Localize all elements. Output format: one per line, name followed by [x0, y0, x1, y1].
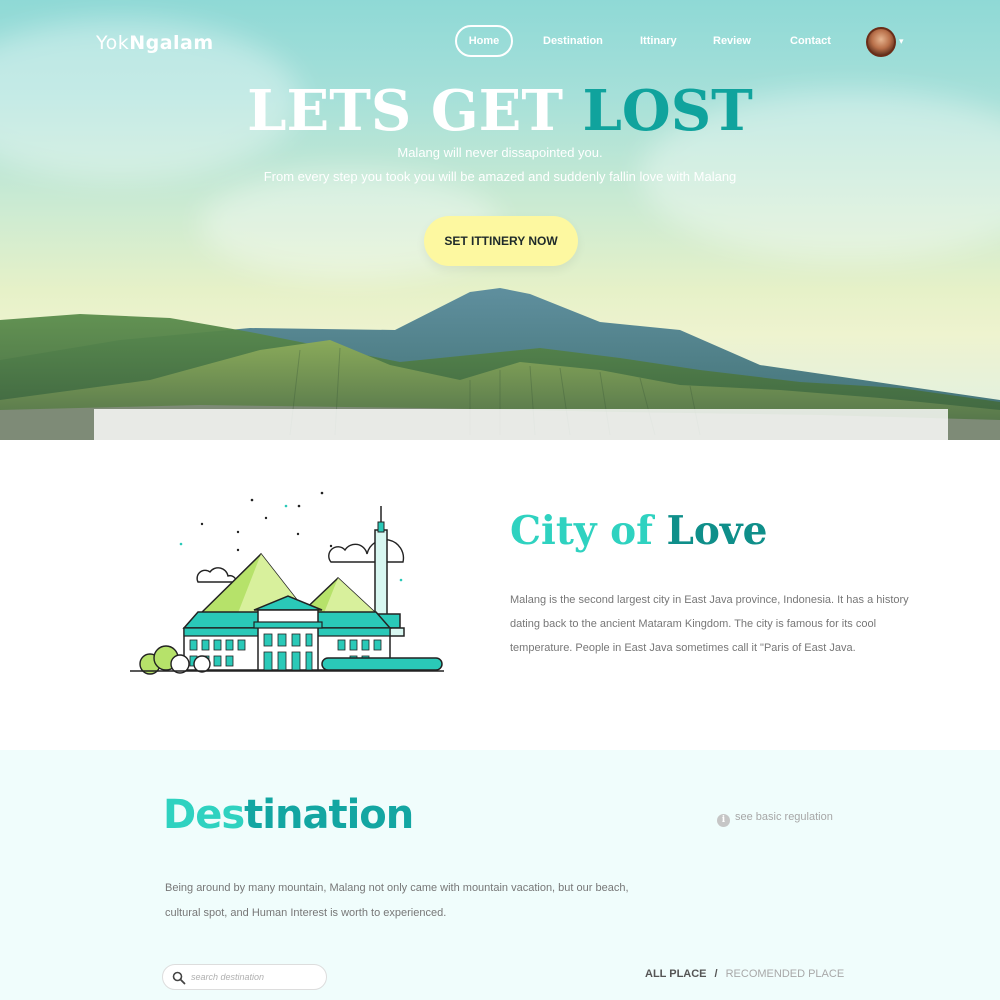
set-itinerary-button[interactable]: SET ITTINERY NOW: [424, 216, 578, 266]
info-icon: i: [717, 814, 730, 827]
tab-all-place[interactable]: ALL PLACE: [645, 968, 707, 980]
destination-title: Destination: [163, 792, 414, 838]
brand-name-bold: Ngalam: [129, 32, 214, 54]
hero-title-white: LETS GET: [247, 78, 564, 144]
nav-destination[interactable]: Destination: [543, 25, 603, 57]
city-title-part-a: City of: [510, 508, 653, 554]
place-filter-tabs: ALL PLACE / RECOMENDED PLACE: [645, 968, 844, 980]
star-dots: [200, 491, 333, 552]
tab-recommended-place[interactable]: RECOMENDED PLACE: [726, 968, 845, 980]
destination-title-part-a: Des: [163, 792, 245, 838]
hero-section: YokNgalam Home Destination Ittinary Revi…: [0, 0, 1000, 440]
city-illustration: [130, 491, 444, 675]
city-section-title: City of Love: [510, 508, 767, 554]
nav-contact[interactable]: Contact: [790, 25, 831, 57]
city-title-part-b: Love: [666, 508, 768, 554]
nav-ittinary[interactable]: Ittinary: [640, 25, 677, 57]
hero-subtitle-2: From every step you took you will be ama…: [263, 169, 737, 184]
brand-logo[interactable]: YokNgalam: [96, 32, 214, 54]
destination-title-part-b: tination: [244, 792, 414, 838]
hero-title: LETS GET LOST: [0, 78, 1000, 144]
destination-description: Being around by many mountain, Malang no…: [165, 882, 629, 919]
basic-regulation-label: see basic regulation: [735, 811, 833, 823]
chevron-down-icon[interactable]: ▾: [899, 36, 904, 47]
search-box: [162, 964, 327, 990]
basic-regulation-link[interactable]: i see basic regulation: [717, 811, 833, 827]
hero-bottom-strip: [94, 409, 948, 440]
search-destination-input[interactable]: [191, 968, 321, 986]
user-avatar[interactable]: [866, 27, 896, 57]
nav-home[interactable]: Home: [455, 25, 513, 57]
nav-review[interactable]: Review: [713, 25, 751, 57]
destination-section: [0, 750, 1000, 1000]
brand-name-light: Yok: [96, 32, 130, 54]
hero-title-teal: LOST: [582, 78, 753, 144]
filter-separator: /: [714, 968, 718, 980]
hero-subtitle-1: Malang will never dissapointed you.: [397, 145, 603, 160]
city-description: Malang is the second largest city in Eas…: [510, 594, 909, 654]
search-icon: [172, 971, 186, 985]
